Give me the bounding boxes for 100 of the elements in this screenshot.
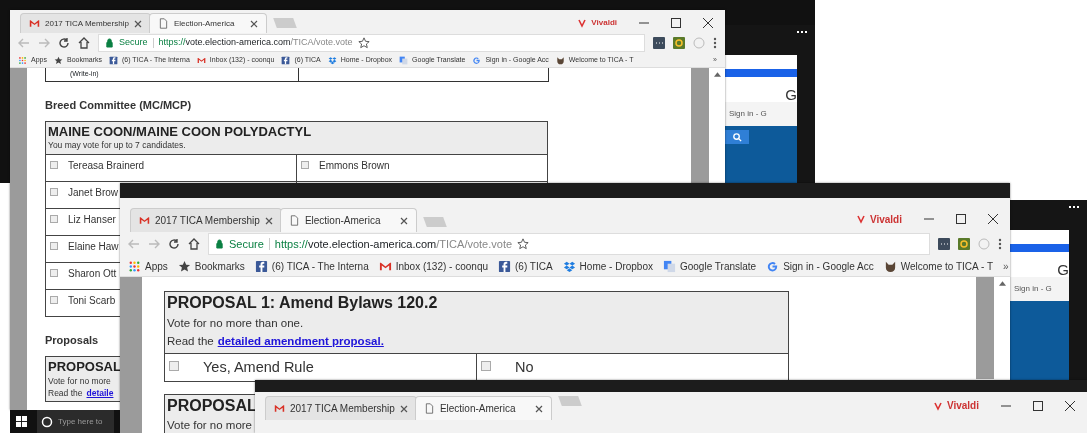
note-text: Read the (48, 387, 83, 398)
star-icon[interactable] (517, 238, 530, 250)
extension-icon[interactable] (938, 238, 950, 250)
browser-tab[interactable]: 2017 TICA Membership (20, 13, 151, 33)
browser-tab[interactable]: Election-America (279, 208, 417, 232)
section-heading: Breed Committee (MC/MCP) (45, 98, 192, 113)
header-strip (1010, 244, 1069, 252)
reload-icon[interactable] (58, 37, 70, 49)
extension-icon[interactable] (958, 238, 970, 250)
bookmark-link[interactable]: (6) TICA (498, 258, 553, 274)
checkbox[interactable] (50, 269, 58, 278)
extension-icon[interactable] (673, 37, 685, 49)
mail-icon (139, 215, 150, 226)
cortana-icon (41, 415, 53, 428)
close-icon[interactable] (399, 404, 408, 413)
facebook-icon (498, 259, 511, 273)
facebook-icon (281, 55, 291, 65)
page-icon (423, 403, 435, 414)
checkbox[interactable] (481, 360, 491, 371)
vivaldi-button[interactable]: Vivaldi (855, 211, 902, 227)
scroll-up-icon[interactable] (998, 281, 1006, 286)
maximize-icon[interactable] (671, 18, 681, 28)
option-label: Emmons Brown (319, 159, 390, 174)
heading-text: G (784, 85, 797, 102)
bookmark-link[interactable]: Inbox (132) - coonqu (378, 258, 488, 274)
lock-icon (105, 38, 114, 48)
option-label: Sharon Ott (68, 267, 117, 282)
close-icon[interactable] (703, 18, 713, 28)
dropbox-icon (327, 55, 337, 65)
home-icon[interactable] (188, 238, 200, 250)
star-icon (177, 259, 191, 273)
mail-icon (196, 55, 206, 65)
home-icon[interactable] (78, 37, 90, 49)
bookmark-link[interactable]: Home - Dropbox (562, 258, 653, 274)
vivaldi-button[interactable]: Vivaldi (932, 398, 979, 413)
option-label: No (515, 357, 534, 377)
ballot-title: PROPOSAL (48, 358, 121, 376)
option-label: Janet Brow (68, 186, 119, 201)
browser-tab[interactable]: 2017 TICA Membership (130, 208, 282, 232)
address-bar[interactable]: Secure https://vote.election-america.com/TICA/vote.vote (98, 34, 645, 52)
section-heading: Proposals (45, 333, 99, 349)
vivaldi-button[interactable]: Vivaldi (577, 17, 617, 29)
checkbox[interactable] (50, 161, 58, 170)
bookmark-link[interactable]: Welcome to TICA - T (883, 258, 993, 274)
browser-tab[interactable]: 2017 TICA Membership (265, 396, 417, 420)
browser-tab[interactable]: Election-America (148, 13, 267, 33)
vivaldi-icon (577, 18, 588, 28)
heading-text: G (1056, 260, 1069, 277)
scrollbar[interactable] (976, 277, 994, 379)
cat-icon (883, 259, 897, 273)
sign-in-link[interactable]: Sign in - G (725, 102, 797, 126)
url-text: https://vote.election-america.com/TICA/vote.vote (274, 236, 513, 252)
close-icon[interactable] (534, 404, 543, 413)
scroll-up-icon[interactable] (713, 72, 721, 77)
apps-icon (18, 55, 27, 65)
scrollbar[interactable] (691, 68, 709, 183)
menu-icon[interactable] (998, 238, 1002, 250)
secure-label: Secure (229, 236, 264, 252)
close-icon[interactable] (1065, 400, 1075, 411)
search-button[interactable] (725, 130, 749, 144)
vivaldi-icon (932, 400, 943, 411)
checkbox[interactable] (50, 296, 58, 305)
close-icon[interactable] (264, 216, 273, 225)
star-icon[interactable] (357, 37, 370, 49)
proposal-link[interactable]: detaile (86, 387, 114, 398)
checkbox[interactable] (169, 360, 179, 371)
google-icon (766, 259, 780, 273)
proposal-link[interactable]: detailed amendment proposal. (217, 335, 384, 348)
search-icon (732, 132, 742, 142)
note-text: You may vote for up to 7 candidates. (48, 140, 186, 153)
maximize-icon[interactable] (956, 214, 966, 224)
option-label: Liz Hanser (68, 213, 116, 228)
close-icon[interactable] (399, 216, 408, 225)
reload-icon[interactable] (168, 238, 180, 250)
menu-icon[interactable] (713, 37, 717, 49)
more-bookmarks-button[interactable]: » (1003, 258, 1009, 274)
checkbox[interactable] (50, 188, 58, 197)
close-icon[interactable] (133, 19, 142, 28)
close-icon[interactable] (249, 19, 258, 28)
browser-tab[interactable]: Election-America (414, 396, 552, 420)
checkbox[interactable] (301, 161, 309, 170)
note-text: Vote for no more (167, 418, 253, 433)
sign-in-link[interactable]: Sign in - G (1010, 277, 1069, 301)
mail-icon (274, 403, 285, 414)
bookmark-link[interactable]: Bookmarks (177, 258, 245, 274)
close-icon[interactable] (988, 214, 998, 224)
bookmark-link[interactable]: (6) TICA - The Interna (254, 258, 369, 274)
maximize-icon[interactable] (1033, 400, 1043, 411)
bookmark-link[interactable]: Google Translate (662, 258, 757, 274)
checkbox[interactable] (50, 215, 58, 224)
taskbar-search-field[interactable]: Type here to (37, 410, 114, 433)
checkbox[interactable] (50, 242, 58, 251)
address-bar[interactable]: Secure https://vote.election-america.com/TICA/vote.vote (208, 233, 930, 255)
ballot-title: PROPOSAL (167, 395, 257, 416)
bookmark-link[interactable]: Apps (128, 258, 168, 274)
bookmark-link[interactable]: Sign in - Google Acc (766, 258, 874, 274)
windows-icon[interactable] (16, 416, 27, 427)
cat-icon (555, 55, 565, 65)
option-label: Toni Scarb (68, 294, 116, 309)
extension-icon[interactable] (653, 37, 665, 49)
